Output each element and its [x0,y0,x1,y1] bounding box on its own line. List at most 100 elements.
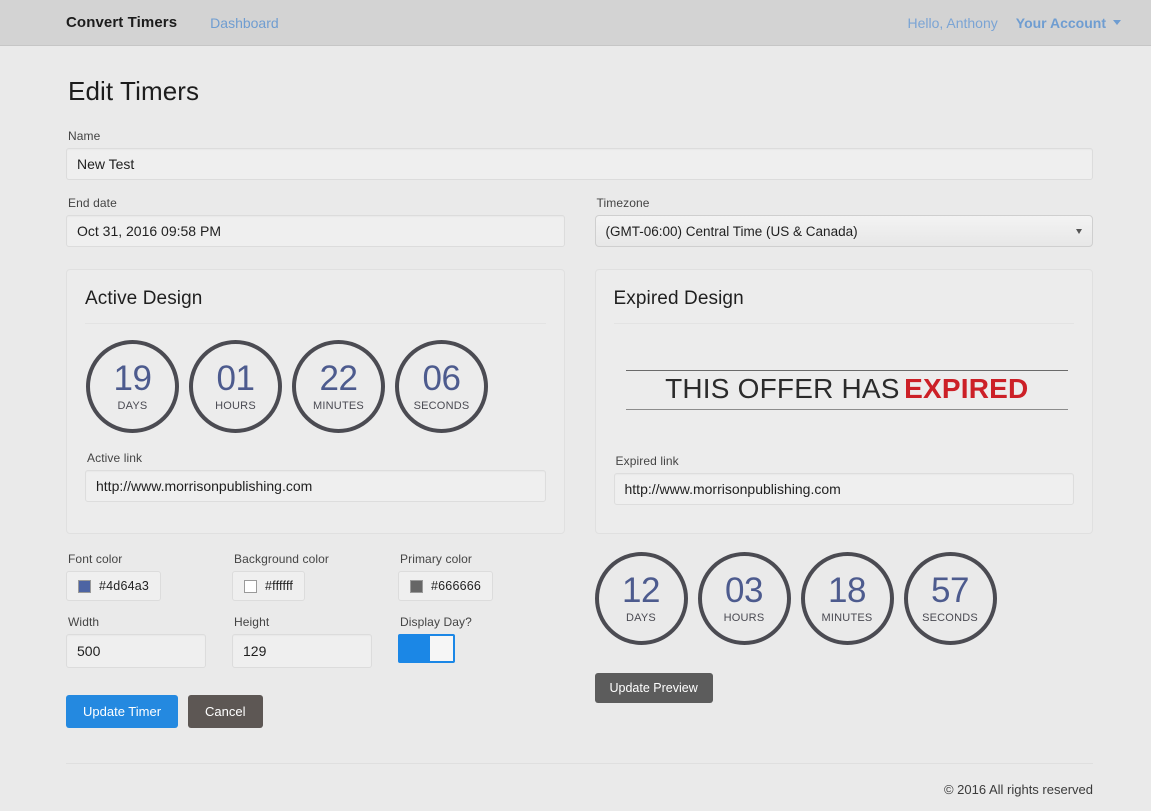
account-menu-label: Your Account [1015,14,1106,31]
expired-link-input[interactable] [613,473,1074,505]
date-timezone-row: End date Timezone (GMT-06:00) Central Ti… [66,196,1093,247]
timezone-select[interactable]: (GMT-06:00) Central Time (US & Canada) [594,215,1093,247]
active-link-label: Active link [87,451,143,465]
chevron-down-icon [1113,20,1121,25]
expired-design-panel: Expired Design THIS OFFER HAS EXPIRED Ex… [594,269,1093,534]
lower-section: Font color #4d64a3 Background color #fff… [66,552,1093,728]
update-timer-button[interactable]: Update Timer [66,695,179,728]
color-swatch [78,579,91,593]
expired-banner-word: EXPIRED [904,373,1029,404]
user-greeting: Hello, Anthony [907,14,998,31]
size-settings-row: Width Height Display Day? [66,615,565,668]
display-day-label: Display Day? [400,615,472,629]
countdown-value: 57 [931,571,969,610]
countdown-value: 22 [319,359,358,398]
preview-countdown: 12 DAYS 03 HOURS 18 MINUTES 57 SECONDS [594,552,1094,645]
navbar-right-group: Hello, Anthony Your Account [907,15,1121,31]
primary-color-value: #666666 [431,579,482,593]
settings-column: Font color #4d64a3 Background color #fff… [66,552,565,728]
height-field-group: Height [232,615,398,668]
countdown-value: 19 [113,359,152,398]
form-buttons-row: Update Timer Cancel [66,695,565,728]
page-footer: © 2016 All rights reserved [66,763,1093,799]
countdown-unit-days: 12 DAYS [594,552,688,645]
expired-design-title: Expired Design [613,288,744,309]
color-swatch [410,579,423,593]
expired-banner-text: THIS OFFER HAS [665,373,900,404]
active-design-panel: Active Design 19 DAYS 01 HOURS 22 MINUTE… [66,269,565,534]
name-field-group: Name [66,129,1093,180]
active-link-input[interactable] [85,470,546,502]
page-container: Edit Timers Name End date Timezone (GMT-… [0,46,1151,811]
background-color-field-group: Background color #ffffff [232,552,398,601]
timezone-field-group: Timezone (GMT-06:00) Central Time (US & … [594,196,1093,247]
timezone-label: Timezone [596,196,650,210]
preview-buttons-row: Update Preview [594,673,1094,703]
active-countdown: 19 DAYS 01 HOURS 22 MINUTES 06 SECONDS [86,340,546,433]
design-panels-row: Active Design 19 DAYS 01 HOURS 22 MINUTE… [66,269,1093,534]
toggle-track [400,636,429,661]
end-date-input[interactable] [66,215,565,247]
color-swatch [244,579,257,593]
timezone-select-wrap: (GMT-06:00) Central Time (US & Canada) [594,215,1093,247]
color-settings-row: Font color #4d64a3 Background color #fff… [66,552,565,601]
end-date-field-group: End date [66,196,565,247]
timezone-selected-value: (GMT-06:00) Central Time (US & Canada) [605,223,858,239]
cancel-button[interactable]: Cancel [188,695,263,728]
height-label: Height [234,615,270,629]
expired-link-field-group: Expired link [613,454,1074,505]
countdown-value: 18 [828,571,866,610]
countdown-label: DAYS [626,612,656,624]
countdown-unit-minutes: 22 MINUTES [292,340,385,433]
background-color-value: #ffffff [265,579,294,593]
countdown-unit-hours: 03 HOURS [697,552,791,645]
panel-divider [85,323,546,324]
chevron-down-icon [1076,229,1082,234]
countdown-label: HOURS [215,400,256,412]
width-field-group: Width [66,615,232,668]
countdown-value: 12 [622,571,660,610]
primary-color-field-group: Primary color #666666 [398,552,564,601]
countdown-label: HOURS [723,612,765,624]
expired-link-label: Expired link [615,454,679,468]
primary-color-picker[interactable]: #666666 [398,571,494,601]
background-color-label: Background color [234,552,329,566]
font-color-picker[interactable]: #4d64a3 [66,571,162,601]
account-menu[interactable]: Your Account [1016,15,1121,31]
countdown-label: MINUTES [821,612,873,624]
active-design-title: Active Design [85,288,203,309]
expired-banner: THIS OFFER HAS EXPIRED [625,370,1068,410]
name-input[interactable] [66,148,1093,180]
background-color-picker[interactable]: #ffffff [232,571,306,601]
toggle-knob [429,636,453,661]
countdown-unit-hours: 01 HOURS [189,340,282,433]
countdown-unit-seconds: 06 SECONDS [395,340,488,433]
countdown-value: 03 [725,571,763,610]
active-link-field-group: Active link [85,451,546,502]
countdown-value: 06 [422,359,461,398]
font-color-field-group: Font color #4d64a3 [66,552,232,601]
countdown-label: MINUTES [313,400,364,412]
countdown-label: SECONDS [922,612,978,624]
countdown-label: SECONDS [413,400,470,412]
display-day-toggle[interactable] [398,634,455,663]
nav-link-dashboard[interactable]: Dashboard [210,15,279,31]
display-day-field-group: Display Day? [398,615,538,668]
width-label: Width [68,615,100,629]
brand-logo[interactable]: Convert Timers [66,14,177,31]
copyright-text: © 2016 All rights reserved [943,782,1093,797]
name-label: Name [68,129,101,143]
font-color-value: #4d64a3 [99,579,150,593]
countdown-value: 01 [216,359,255,398]
end-date-label: End date [68,196,117,210]
countdown-label: DAYS [117,400,148,412]
height-input[interactable] [232,634,372,668]
primary-color-label: Primary color [400,552,472,566]
countdown-unit-minutes: 18 MINUTES [800,552,894,645]
update-preview-button[interactable]: Update Preview [594,673,713,703]
panel-divider [613,323,1074,324]
page-title: Edit Timers [68,76,200,106]
width-input[interactable] [66,634,206,668]
preview-column: 12 DAYS 03 HOURS 18 MINUTES 57 SECONDS U… [594,552,1094,728]
font-color-label: Font color [68,552,123,566]
